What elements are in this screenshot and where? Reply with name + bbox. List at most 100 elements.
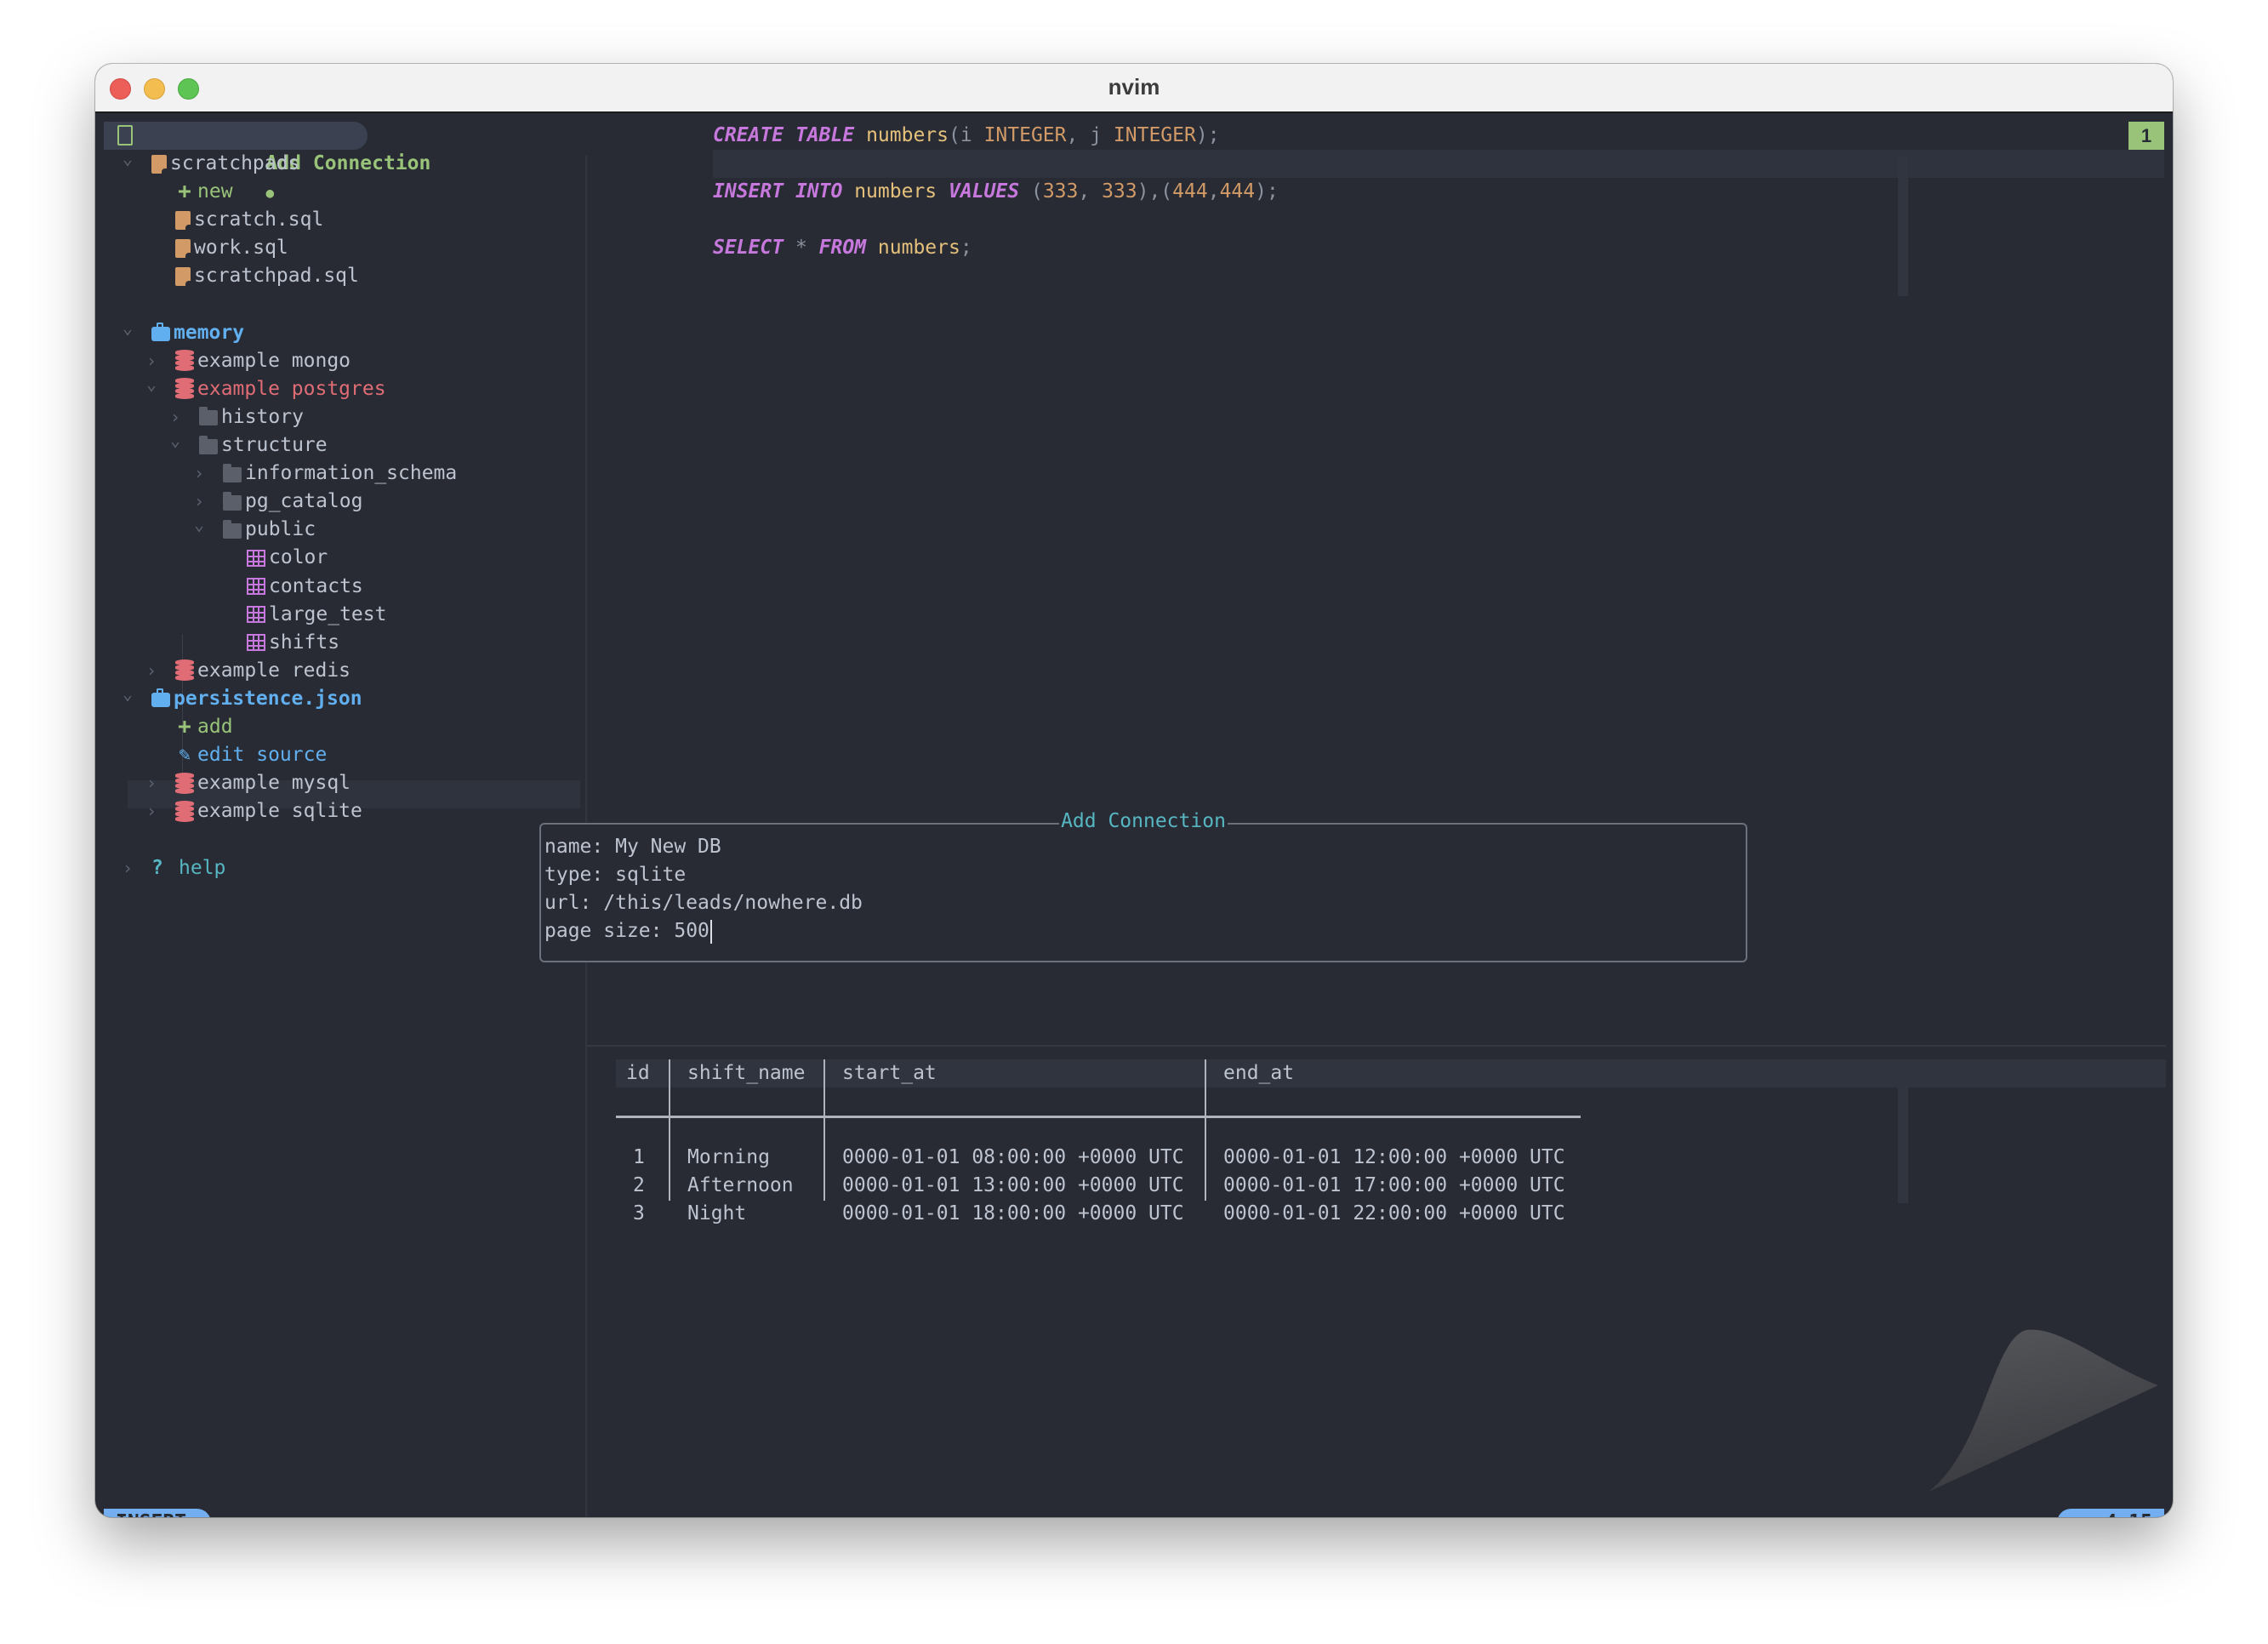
- chevron-right-icon[interactable]: ›: [194, 460, 204, 488]
- table-cell[interactable]: Morning: [687, 1144, 770, 1172]
- url-field[interactable]: url: /this/leads/nowhere.db: [544, 889, 863, 917]
- tree-item-persistence-json[interactable]: ⌄ persistence.json: [123, 683, 362, 713]
- chevron-right-icon[interactable]: ›: [146, 657, 157, 685]
- editor-scrollbar[interactable]: [1898, 156, 1908, 296]
- tree-item-label: edit source: [197, 744, 328, 767]
- tree-item-scratch-sql[interactable]: scratch.sql: [175, 206, 323, 234]
- folder-icon: [223, 491, 242, 511]
- tree-item-memory[interactable]: ⌄ memory: [123, 317, 244, 347]
- name-value[interactable]: My New DB: [615, 836, 721, 858]
- page-size-value[interactable]: 500: [674, 920, 709, 942]
- chevron-down-icon[interactable]: ⌄: [123, 145, 133, 173]
- row-id-cell[interactable]: 3: [633, 1200, 645, 1228]
- sql-type: 333: [1042, 180, 1079, 203]
- tree-item-scratchpad-sql[interactable]: scratchpad.sql: [175, 262, 359, 290]
- table-cell[interactable]: Afternoon: [687, 1172, 794, 1200]
- tree-item-example-mongo[interactable]: › example mongo: [146, 347, 350, 375]
- column-separator[interactable]: [823, 1059, 825, 1201]
- table-cell[interactable]: 0000-01-01 12:00:00 +0000 UTC: [1223, 1144, 1565, 1172]
- sql-text: ),(: [1137, 180, 1173, 203]
- chevron-down-icon[interactable]: ⌄: [123, 680, 133, 708]
- tree-item-edit-source[interactable]: ✎ edit source: [175, 741, 327, 769]
- tree-item-contacts[interactable]: contacts: [247, 573, 363, 601]
- tree-item-scratchpads[interactable]: ⌄ scratchpads: [123, 148, 299, 178]
- table-icon: [247, 606, 265, 624]
- tree-item-example-redis[interactable]: › example redis: [146, 657, 350, 685]
- tree-item-structure[interactable]: ⌄ structure: [170, 430, 328, 460]
- sql-keyword: SELECT: [713, 237, 784, 260]
- table-cell[interactable]: 0000-01-01 13:00:00 +0000 UTC: [842, 1172, 1184, 1200]
- chevron-right-icon[interactable]: ›: [123, 854, 133, 882]
- type-value[interactable]: sqlite: [615, 864, 686, 886]
- column-header[interactable]: id: [626, 1059, 650, 1087]
- chevron-down-icon[interactable]: ⌄: [146, 370, 157, 398]
- table-cell[interactable]: 0000-01-01 08:00:00 +0000 UTC: [842, 1144, 1184, 1172]
- sql-keyword: INSERT: [713, 180, 784, 203]
- folder-icon: [199, 435, 218, 454]
- column-separator[interactable]: [1205, 1059, 1206, 1201]
- nvim-window: nvim Add Connection ● ⌄ scratchpads + new sc…: [95, 64, 2173, 1517]
- chevron-down-icon[interactable]: ⌄: [123, 314, 133, 342]
- code-line[interactable]: SELECT * FROM numbers;: [713, 234, 972, 262]
- column-header[interactable]: start_at: [842, 1059, 937, 1087]
- add-connection-dialog[interactable]: Add Connection name: My New DB type: sql…: [539, 810, 1747, 962]
- table-cell[interactable]: 0000-01-01 17:00:00 +0000 UTC: [1223, 1172, 1565, 1200]
- tree-item-public[interactable]: ⌄ public: [194, 514, 316, 544]
- code-line[interactable]: CREATE TABLE numbers(i INTEGER, j INTEGE…: [713, 122, 1220, 150]
- column-header[interactable]: shift_name: [687, 1059, 805, 1087]
- row-id-cell[interactable]: 2: [633, 1172, 645, 1200]
- tree-item-help[interactable]: ›? help: [123, 854, 225, 882]
- file-icon: [175, 266, 191, 286]
- sql-text: ;: [960, 237, 972, 260]
- plus-icon: +: [178, 714, 191, 739]
- tree-item-label: example postgres: [197, 377, 386, 400]
- tree-item-example-postgres[interactable]: ⌄ example postgres: [146, 374, 386, 403]
- type-field[interactable]: type: sqlite: [544, 861, 686, 889]
- tree-item-pg-catalog[interactable]: › pg_catalog: [194, 488, 363, 516]
- window-title: nvim: [1108, 74, 1160, 100]
- tree-item-label: pg_catalog: [245, 490, 363, 513]
- page-size-field[interactable]: page size: 500: [544, 917, 712, 945]
- file-icon: [151, 154, 167, 174]
- tree-item-color[interactable]: color: [247, 544, 328, 572]
- name-field[interactable]: name: My New DB: [544, 833, 721, 861]
- chevron-down-icon[interactable]: ⌄: [194, 511, 204, 539]
- tree-item-history[interactable]: › history: [170, 403, 304, 431]
- window-number-badge: 1: [2128, 122, 2164, 150]
- buffer-tab-add-connection[interactable]: Add Connection ●: [104, 122, 430, 201]
- tree-item-work-sql[interactable]: work.sql: [175, 234, 288, 262]
- question-icon: ?: [151, 856, 163, 879]
- sql-text: );: [1255, 180, 1279, 203]
- results-scrollbar[interactable]: [1898, 1087, 1908, 1203]
- tree-item-large-test[interactable]: large_test: [247, 601, 386, 629]
- url-value[interactable]: /this/leads/nowhere.db: [603, 892, 863, 914]
- tree-item-information-schema[interactable]: › information_schema: [194, 460, 457, 488]
- database-icon: [175, 659, 194, 682]
- column-header[interactable]: end_at: [1223, 1059, 1294, 1087]
- database-icon: [175, 800, 194, 823]
- tree-item-label: example mysql: [197, 772, 351, 795]
- chevron-down-icon[interactable]: ⌄: [170, 426, 180, 454]
- tree-item-add[interactable]: + add: [175, 713, 232, 741]
- table-cell[interactable]: 0000-01-01 22:00:00 +0000 UTC: [1223, 1200, 1565, 1228]
- sql-text: ,: [1066, 124, 1091, 146]
- tree-item-new[interactable]: + new: [175, 178, 232, 206]
- chevron-right-icon[interactable]: ›: [146, 769, 157, 797]
- chevron-right-icon[interactable]: ›: [146, 797, 157, 825]
- table-cell[interactable]: 0000-01-01 18:00:00 +0000 UTC: [842, 1200, 1184, 1228]
- code-line[interactable]: INSERT INTO numbers VALUES (333, 333),(4…: [713, 178, 1279, 206]
- tree-item-label: example sqlite: [197, 800, 362, 823]
- table-cell[interactable]: Night: [687, 1200, 746, 1228]
- row-id-cell[interactable]: 1: [633, 1144, 645, 1172]
- tree-item-shifts[interactable]: shifts: [247, 629, 339, 657]
- tree-item-example-mysql[interactable]: › example mysql: [146, 769, 351, 797]
- sql-text: *: [795, 237, 819, 260]
- tree-item-example-sqlite[interactable]: › example sqlite: [146, 797, 362, 825]
- sql-type: INTEGER: [1113, 124, 1196, 146]
- cursor-position: 4:15: [2057, 1509, 2164, 1517]
- column-separator[interactable]: [669, 1059, 670, 1201]
